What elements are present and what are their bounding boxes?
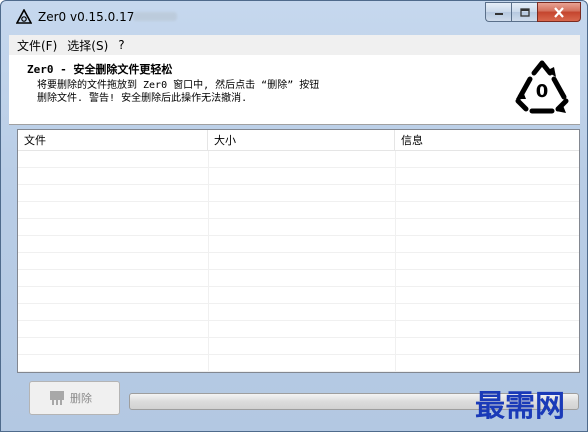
file-list-body[interactable] xyxy=(18,151,579,372)
menu-file[interactable]: 文件(F) xyxy=(13,37,63,54)
file-list[interactable]: 文件 大小 信息 xyxy=(17,129,580,373)
delete-button-label: 删除 xyxy=(70,392,92,405)
watermark-text: 最需网 xyxy=(475,389,565,424)
column-header-info[interactable]: 信息 xyxy=(395,130,579,151)
close-button[interactable] xyxy=(537,2,581,22)
recycle-app-icon xyxy=(16,9,32,24)
minimize-icon xyxy=(494,13,503,15)
menu-bar: 文件(F) 选择(S) ? xyxy=(9,35,580,55)
delete-button[interactable]: 删除 xyxy=(29,381,120,415)
header-panel: Zer0 - 安全删除文件更轻松 将要删除的文件拖放到 Zer0 窗口中, 然后… xyxy=(9,55,580,125)
logo-digit: 0 xyxy=(536,81,549,102)
recycle-zero-logo-icon: 0 xyxy=(515,60,569,114)
maximize-button[interactable] xyxy=(511,2,537,22)
file-list-header: 文件 大小 信息 xyxy=(18,130,579,151)
window-title: Zer0 v0.15.0.17 xyxy=(38,10,135,24)
app-window: Zer0 v0.15.0.17 文件(F) 选择(S) ? Zer0 - 安全删… xyxy=(0,0,588,432)
menu-select[interactable]: 选择(S) xyxy=(63,37,114,54)
caption-buttons xyxy=(485,2,581,22)
description-line-2: 删除文件. 警告! 安全删除后此操作无法撤消. xyxy=(37,93,248,104)
maximize-icon xyxy=(519,7,530,17)
title-bar[interactable]: Zer0 v0.15.0.17 xyxy=(1,1,587,35)
column-divider xyxy=(208,151,209,372)
header-title: Zer0 - 安全删除文件更轻松 xyxy=(27,63,173,76)
column-header-size[interactable]: 大小 xyxy=(208,130,395,151)
minimize-button[interactable] xyxy=(485,2,511,22)
title-blur-mask xyxy=(133,12,177,21)
menu-help[interactable]: ? xyxy=(114,38,130,52)
description-line-1: 将要删除的文件拖放到 Zer0 窗口中, 然后点击 “删除” 按钮 xyxy=(37,80,320,91)
column-header-file[interactable]: 文件 xyxy=(18,130,208,151)
column-divider xyxy=(395,151,396,372)
header-description: 将要删除的文件拖放到 Zer0 窗口中, 然后点击 “删除” 按钮 删除文件. … xyxy=(37,79,377,105)
close-icon xyxy=(554,6,564,18)
shredder-icon xyxy=(50,391,64,405)
